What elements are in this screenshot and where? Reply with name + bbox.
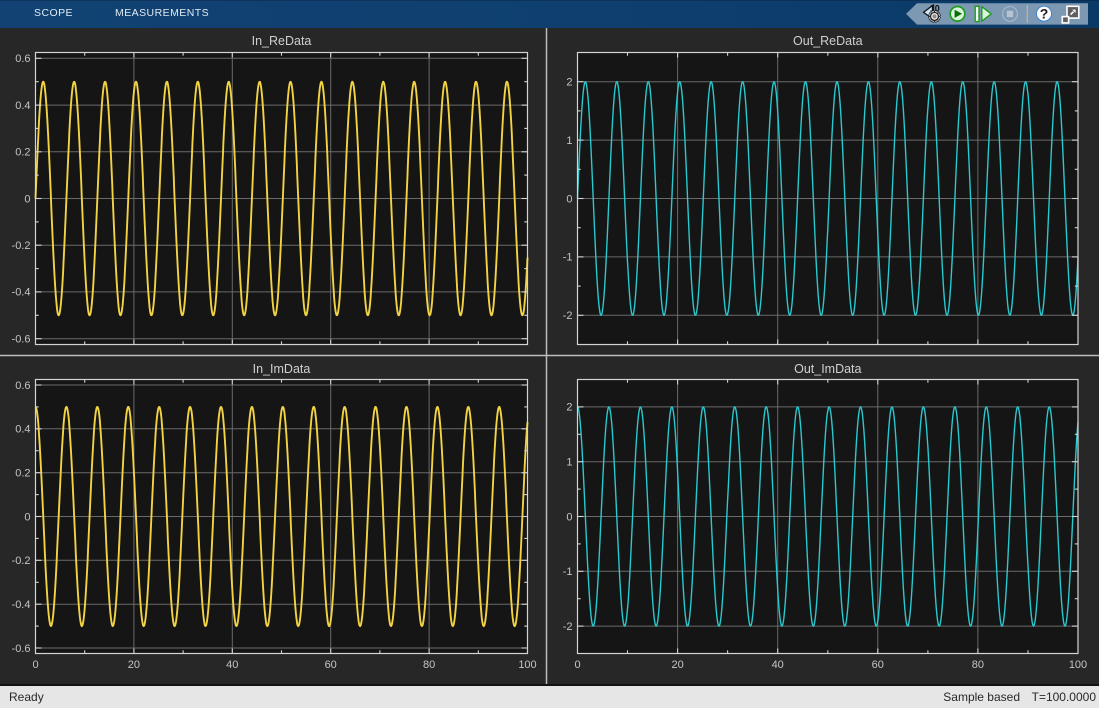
svg-text:-0.4: -0.4 xyxy=(12,287,31,299)
svg-text:0.4: 0.4 xyxy=(15,424,30,436)
svg-text:100: 100 xyxy=(518,659,536,671)
svg-text:Out_ImData: Out_ImData xyxy=(794,362,861,376)
svg-text:-0.2: -0.2 xyxy=(12,555,31,567)
svg-text:80: 80 xyxy=(972,659,984,671)
svg-text:2: 2 xyxy=(566,402,572,414)
svg-text:0: 0 xyxy=(574,659,580,671)
svg-text:In_ImData: In_ImData xyxy=(253,362,311,376)
svg-text:20: 20 xyxy=(128,659,140,671)
svg-text:40: 40 xyxy=(772,659,784,671)
svg-text:40: 40 xyxy=(226,659,238,671)
svg-text:-0.2: -0.2 xyxy=(12,240,31,252)
svg-text:60: 60 xyxy=(325,659,337,671)
svg-text:?: ? xyxy=(1040,6,1049,22)
svg-text:-2: -2 xyxy=(563,310,573,322)
svg-text:0: 0 xyxy=(566,193,572,205)
svg-text:20: 20 xyxy=(671,659,683,671)
svg-text:60: 60 xyxy=(872,659,884,671)
svg-text:0: 0 xyxy=(32,659,38,671)
svg-text:0: 0 xyxy=(24,511,30,523)
svg-text:-0.6: -0.6 xyxy=(12,334,31,346)
svg-text:0.2: 0.2 xyxy=(15,468,30,480)
svg-text:-1: -1 xyxy=(563,252,573,264)
svg-text:0.6: 0.6 xyxy=(15,53,30,65)
svg-text:-0.6: -0.6 xyxy=(12,643,31,655)
svg-text:1: 1 xyxy=(566,457,572,469)
svg-text:-2: -2 xyxy=(563,621,573,633)
svg-text:1: 1 xyxy=(566,135,572,147)
svg-text:0: 0 xyxy=(24,193,30,205)
svg-text:80: 80 xyxy=(423,659,435,671)
svg-text:100: 100 xyxy=(1069,659,1087,671)
svg-text:Out_ReData: Out_ReData xyxy=(793,34,863,48)
svg-text:0: 0 xyxy=(566,511,572,523)
svg-text:-0.4: -0.4 xyxy=(12,599,31,611)
svg-text:0.6: 0.6 xyxy=(15,380,30,392)
svg-text:-1: -1 xyxy=(563,566,573,578)
svg-text:0.2: 0.2 xyxy=(15,147,30,159)
svg-text:0.4: 0.4 xyxy=(15,100,30,112)
svg-text:In_ReData: In_ReData xyxy=(252,34,312,48)
svg-text:2: 2 xyxy=(566,77,572,89)
